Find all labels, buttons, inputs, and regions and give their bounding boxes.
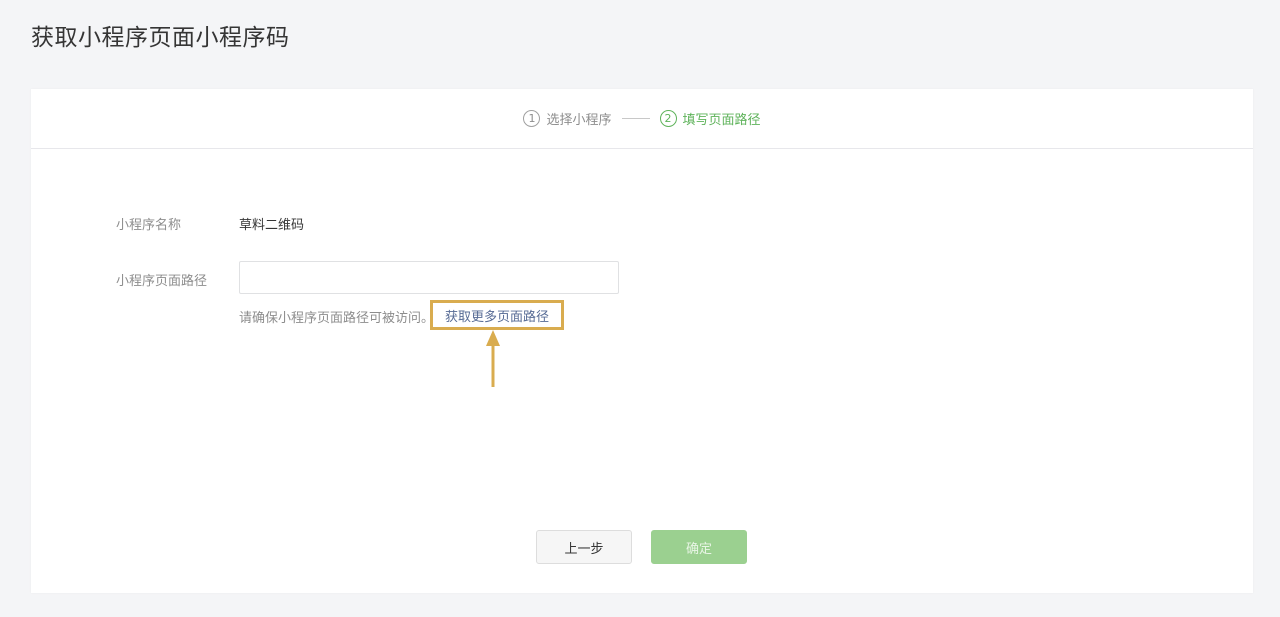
step-indicator: 1 选择小程序 2 填写页面路径 bbox=[31, 89, 1253, 149]
page-path-label: 小程序页面路径 bbox=[116, 274, 208, 289]
highlight-box: 获取更多页面路径 bbox=[430, 300, 564, 330]
step-2-number: 2 bbox=[659, 110, 677, 127]
page-path-input[interactable] bbox=[239, 261, 619, 294]
mini-program-name-label: 小程序名称 bbox=[116, 218, 182, 233]
previous-step-button[interactable]: 上一步 bbox=[536, 530, 632, 564]
path-tip: 请确保小程序页面路径可被访问。 bbox=[239, 311, 435, 326]
step-2: 2 填写页面路径 bbox=[659, 109, 761, 128]
get-more-paths-link[interactable]: 获取更多页面路径 bbox=[445, 306, 549, 325]
main-card: 1 选择小程序 2 填写页面路径 小程序名称 草料二维码 小程序页面路径 请确保… bbox=[31, 89, 1253, 593]
step-1-label: 选择小程序 bbox=[546, 113, 612, 128]
up-arrow-icon bbox=[486, 330, 500, 387]
step-2-label: 填写页面路径 bbox=[682, 113, 761, 128]
confirm-button[interactable]: 确定 bbox=[651, 530, 747, 564]
step-connector bbox=[621, 118, 650, 119]
page-title: 获取小程序页面小程序码 bbox=[31, 25, 290, 51]
step-1-number: 1 bbox=[523, 110, 541, 127]
mini-program-name-value: 草料二维码 bbox=[239, 218, 305, 233]
step-1: 1 选择小程序 bbox=[523, 109, 612, 128]
